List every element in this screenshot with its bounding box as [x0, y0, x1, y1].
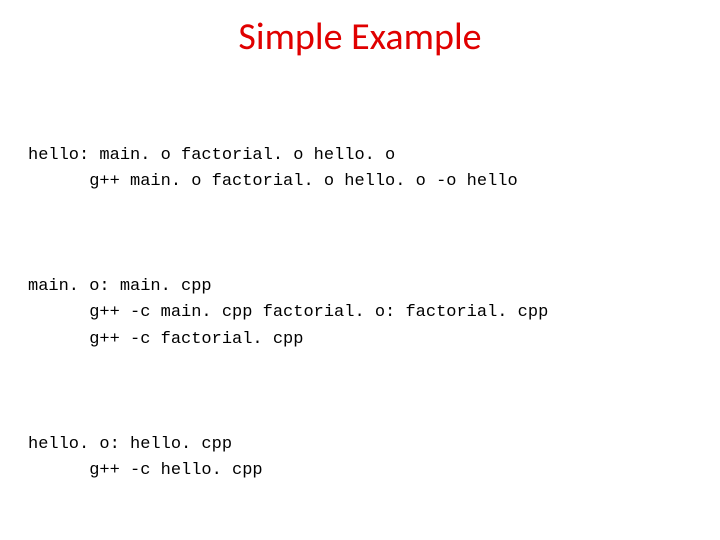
code-paragraph: main. o: main. cpp g++ -c main. cpp fact… [28, 274, 720, 353]
code-line: hello. o: hello. cpp [28, 435, 232, 454]
code-line: g++ -c main. cpp factorial. o: factorial… [28, 303, 548, 322]
code-line: hello: main. o factorial. o hello. o [28, 146, 395, 165]
code-line: g++ -c hello. cpp [28, 461, 263, 480]
code-line: g++ main. o factorial. o hello. o -o hel… [28, 172, 518, 191]
code-line: g++ -c factorial. cpp [28, 330, 303, 349]
makefile-code: hello: main. o factorial. o hello. o g++… [0, 90, 720, 540]
code-paragraph: hello. o: hello. cpp g++ -c hello. cpp [28, 432, 720, 485]
slide-title: Simple Example [0, 0, 720, 90]
code-paragraph: hello: main. o factorial. o hello. o g++… [28, 143, 720, 196]
slide: Simple Example hello: main. o factorial.… [0, 0, 720, 540]
code-line: main. o: main. cpp [28, 277, 212, 296]
